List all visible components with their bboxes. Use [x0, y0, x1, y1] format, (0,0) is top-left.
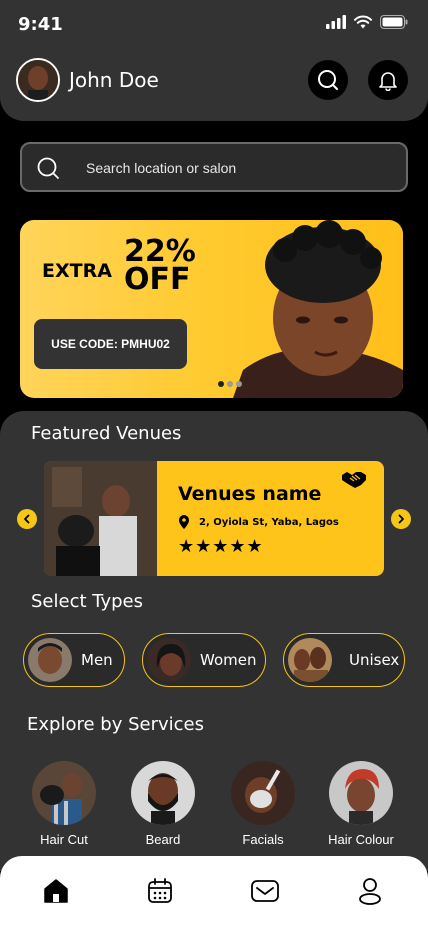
venue-photo: [44, 461, 157, 576]
service-label: Facials: [242, 832, 284, 847]
type-label: Women: [200, 651, 257, 669]
chevron-left-icon: [24, 514, 30, 524]
search-bar[interactable]: [20, 142, 408, 192]
nav-messages[interactable]: [248, 874, 282, 908]
nav-calendar[interactable]: [143, 874, 177, 908]
handshake-icon: [342, 472, 366, 488]
nav-profile[interactable]: [353, 874, 387, 908]
banner-discount: 22% OFF: [124, 237, 204, 297]
pagination-dot[interactable]: [218, 381, 224, 387]
signal-icon: [326, 15, 346, 29]
service-label: Hair Colour: [328, 832, 394, 847]
service-hair-cut[interactable]: Hair Cut: [19, 761, 109, 847]
type-unisex-button[interactable]: Unisex: [283, 633, 405, 687]
calendar-icon: [148, 878, 172, 903]
service-beard[interactable]: Beard: [118, 761, 208, 847]
banner-extra-label: EXTRA: [42, 260, 112, 282]
type-women-button[interactable]: Women: [142, 633, 266, 687]
banner-off-label: OFF: [124, 262, 191, 297]
featured-venues-title: Featured Venues: [31, 423, 182, 444]
pagination-dot[interactable]: [227, 381, 233, 387]
avatar[interactable]: [16, 58, 60, 102]
type-men-button[interactable]: Men: [23, 633, 125, 687]
search-button[interactable]: [308, 60, 348, 100]
next-venue-button[interactable]: [391, 509, 411, 529]
bell-icon: [379, 72, 397, 91]
avatar-photo: [18, 60, 58, 100]
service-hair-cut-image: [32, 761, 96, 825]
bottom-nav: [0, 856, 428, 926]
profile-icon: [359, 878, 381, 905]
status-time: 9:41: [18, 14, 63, 35]
notifications-button[interactable]: [368, 60, 408, 100]
venue-rating-stars: ★★★★★: [178, 536, 264, 557]
battery-icon: [380, 15, 408, 29]
mail-icon: [251, 880, 279, 902]
type-label: Unisex: [349, 651, 400, 669]
type-women-avatar: [147, 638, 191, 682]
status-bar: 9:41: [0, 0, 428, 50]
status-icons: [326, 15, 408, 29]
promo-banner[interactable]: EXTRA 22% OFF USE CODE: PMHU02: [20, 220, 403, 398]
pagination-dot[interactable]: [236, 381, 242, 387]
search-icon: [318, 70, 338, 90]
wifi-icon: [354, 15, 372, 29]
type-men-avatar: [28, 638, 72, 682]
prev-venue-button[interactable]: [17, 509, 37, 529]
chevron-right-icon: [398, 514, 404, 524]
explore-services-title: Explore by Services: [27, 714, 204, 735]
banner-model-image: [233, 220, 403, 398]
nav-home[interactable]: [39, 874, 73, 908]
promo-code-badge[interactable]: USE CODE: PMHU02: [34, 319, 187, 369]
service-facials[interactable]: Facials: [218, 761, 308, 847]
user-name: John Doe: [69, 68, 159, 92]
header: John Doe: [0, 50, 428, 121]
home-icon: [44, 879, 68, 903]
service-hair-colour-image: [329, 761, 393, 825]
venue-name: Venues name: [178, 483, 322, 505]
venue-address: 2, Oyiola St, Yaba, Lagos: [199, 517, 339, 528]
service-label: Hair Cut: [40, 832, 88, 847]
venue-card[interactable]: Venues name 2, Oyiola St, Yaba, Lagos ★★…: [44, 461, 384, 576]
banner-pagination: [218, 381, 242, 387]
service-label: Beard: [145, 832, 181, 847]
select-types-title: Select Types: [31, 591, 143, 612]
service-hair-colour[interactable]: Hair Colour: [316, 761, 406, 847]
type-unisex-avatar: [288, 638, 332, 682]
type-label: Men: [81, 651, 113, 669]
search-icon: [36, 156, 60, 184]
location-pin-icon: [179, 515, 189, 529]
service-facials-image: [231, 761, 295, 825]
service-beard-image: [131, 761, 195, 825]
search-input[interactable]: [86, 158, 386, 178]
